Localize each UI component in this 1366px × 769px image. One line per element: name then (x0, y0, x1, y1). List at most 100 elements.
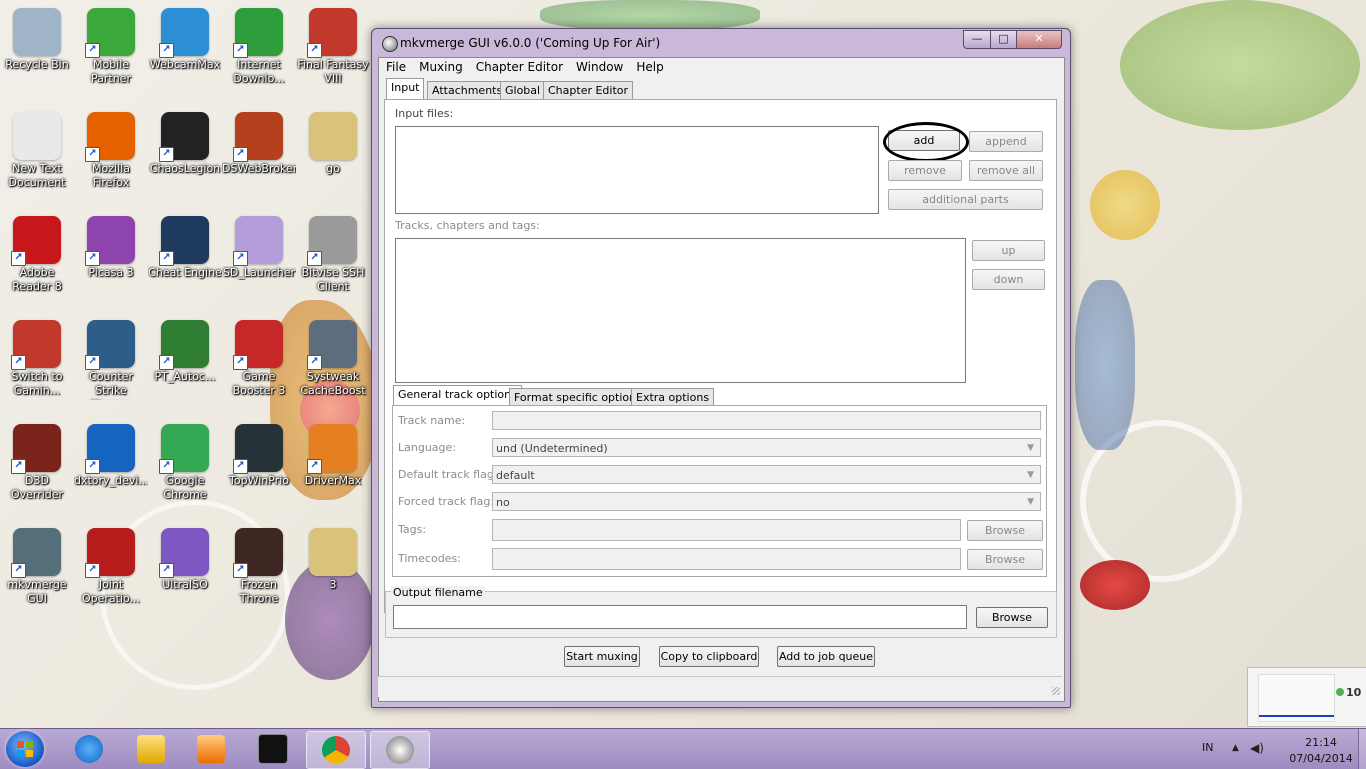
picasa-icon: ↗ (85, 216, 135, 266)
desktop-icon[interactable]: ↗ Game Booster 3 (222, 314, 296, 414)
taskbar-mkvmerge[interactable] (370, 731, 430, 769)
desktop-icon[interactable]: ↗ UltraISO (148, 522, 222, 622)
desktop-icon[interactable]: ↗ Internet Downlo... (222, 2, 296, 102)
tracks-label: Tracks, chapters and tags: (395, 219, 540, 232)
desktop-icon[interactable]: New Text Document (0, 106, 74, 206)
append-button[interactable]: append (969, 131, 1043, 152)
tab-global[interactable]: Global (500, 81, 546, 99)
desktop-icon[interactable]: Recycle Bin (0, 2, 74, 102)
start-muxing-button[interactable]: Start muxing (564, 646, 640, 667)
desktop-icon-label: dxtory_devi... (74, 474, 148, 487)
desktop-icon[interactable]: ↗ ChaosLegion (148, 106, 222, 206)
clock-time[interactable]: 21:14 (1286, 736, 1356, 749)
default-track-flag-select[interactable]: default ▼ (492, 465, 1041, 484)
tab-attachments[interactable]: Attachments (427, 81, 508, 99)
taskbar-command-prompt[interactable] (244, 731, 302, 767)
output-filename-field[interactable] (393, 605, 967, 629)
mkvmerge-app-icon (382, 36, 398, 52)
chrome-icon (322, 736, 350, 764)
maximize-button[interactable]: □ (990, 30, 1017, 49)
desktop-icon[interactable]: ↗ Final Fantasy VIII (296, 2, 370, 102)
desktop-icon[interactable]: ↗ Switch to Gamin... (0, 314, 74, 414)
tab-input[interactable]: Input (386, 78, 425, 99)
desktop-icon[interactable]: ↗ mkvmerge GUI (0, 522, 74, 622)
start-button[interactable] (6, 731, 44, 767)
taskbar-internet-explorer[interactable] (60, 731, 118, 767)
desktop-icon[interactable]: ↗ Systweak CacheBoost (296, 314, 370, 414)
desktop-icon[interactable]: ↗ Picasa 3 (74, 210, 148, 310)
show-desktop-button[interactable] (1358, 729, 1366, 769)
frozen-throne-icon: ↗ (233, 528, 283, 578)
desktop-icon[interactable]: ↗ Frozen Throne (222, 522, 296, 622)
desktop-icon-label: Final Fantasy VIII (297, 58, 369, 85)
desktop-icon[interactable]: ↗ Adobe Reader 8 (0, 210, 74, 310)
menu-help[interactable]: Help (629, 58, 669, 74)
desktop-icon[interactable]: ↗ DriverMax (296, 418, 370, 518)
desktop-icon[interactable]: ↗ Mozilla Firefox (74, 106, 148, 206)
tab-chapter-editor[interactable]: Chapter Editor (543, 81, 634, 99)
image-file-icon (309, 528, 357, 576)
remove-button[interactable]: remove (888, 160, 962, 181)
shortcut-arrow-icon: ↗ (307, 459, 322, 474)
desktop-icon[interactable]: ↗Counter Strike Xtreme (74, 314, 148, 414)
desktop-icon[interactable]: ↗ PT_Autoc... (148, 314, 222, 414)
volume-icon[interactable]: ◀) (1250, 741, 1264, 755)
subtab-extra-options[interactable]: Extra options (631, 388, 715, 406)
menu-window[interactable]: Window (569, 58, 629, 74)
menu-file[interactable]: File (379, 58, 412, 74)
desktop-icon[interactable]: ↗ dxtory_devi... (74, 418, 148, 518)
ultraiso-icon: ↗ (159, 528, 209, 578)
subtab-format-specific-options[interactable]: Format specific options (509, 388, 647, 406)
performance-gadget[interactable]: 10 (1247, 667, 1366, 727)
menu-chapter-editor[interactable]: Chapter Editor (469, 58, 569, 74)
output-browse-button[interactable]: Browse (976, 607, 1048, 628)
close-button[interactable]: ✕ (1016, 30, 1062, 49)
desktop-icon[interactable]: ↗ TopWinPrio (222, 418, 296, 518)
show-hidden-icons-icon[interactable]: ▲ (1232, 743, 1239, 753)
minimize-button[interactable]: — (963, 30, 991, 49)
title-bar[interactable]: mkvmerge GUI v6.0.0 ('Coming Up For Air'… (372, 29, 1070, 57)
tags-browse-button[interactable]: Browse (967, 520, 1043, 541)
down-button[interactable]: down (972, 269, 1045, 290)
language-indicator[interactable]: IN (1202, 741, 1213, 754)
track-name-field[interactable] (492, 411, 1041, 430)
taskbar-file-explorer[interactable] (122, 731, 180, 767)
up-button[interactable]: up (972, 240, 1045, 261)
desktop-icon[interactable]: ↗ Mobile Partner (74, 2, 148, 102)
menu-muxing[interactable]: Muxing (412, 58, 469, 74)
timecodes-field[interactable] (492, 548, 961, 570)
desktop-icon[interactable]: ↗ SD_Launcher (222, 210, 296, 310)
desktop-icon[interactable]: ↗ Cheat Engine (148, 210, 222, 310)
timecodes-label: Timecodes: (398, 552, 461, 565)
desktop-icon[interactable]: ↗ Bitvise SSH Client (296, 210, 370, 310)
dswebbroker-icon: ↗ (233, 112, 283, 162)
desktop-icon[interactable]: 3 (296, 522, 370, 622)
desktop-icon[interactable]: ↗ WebcamMax (148, 2, 222, 102)
desktop-icon[interactable]: ↗ Google Chrome (148, 418, 222, 518)
remove-all-button[interactable]: remove all (969, 160, 1043, 181)
drivermax-icon: ↗ (307, 424, 357, 474)
input-files-list[interactable] (395, 126, 879, 214)
language-select[interactable]: und (Undetermined) ▼ (492, 438, 1041, 457)
resize-grip-icon[interactable] (1052, 687, 1060, 695)
tags-field[interactable] (492, 519, 961, 541)
command-prompt-icon (258, 734, 288, 764)
desktop-icon[interactable]: ↗ Joint Operatio... (74, 522, 148, 622)
chevron-down-icon: ▼ (1027, 470, 1034, 480)
timecodes-browse-button[interactable]: Browse (967, 549, 1043, 570)
desktop-icon-label: Game Booster 3 (232, 370, 286, 397)
tracks-list[interactable] (395, 238, 966, 383)
add-button[interactable]: add (888, 130, 960, 151)
taskbar-media-player[interactable] (182, 731, 240, 767)
desktop-icon[interactable]: ↗ DSWebBroker (222, 106, 296, 206)
desktop-icon[interactable]: go (296, 106, 370, 206)
clock-date[interactable]: 07/04/2014 (1286, 752, 1356, 765)
subtab-general-track-options[interactable]: General track options (393, 385, 522, 405)
taskbar-chrome[interactable] (306, 731, 366, 769)
copy-to-clipboard-button[interactable]: Copy to clipboard (659, 646, 759, 667)
add-to-job-queue-button[interactable]: Add to job queue (777, 646, 875, 667)
desktop-icon[interactable]: ↗ D3D Overrider (0, 418, 74, 518)
desktop-icon-label: D3D Overrider (10, 474, 64, 501)
forced-track-flag-select[interactable]: no ▼ (492, 492, 1041, 511)
additional-parts-button[interactable]: additional parts (888, 189, 1043, 210)
